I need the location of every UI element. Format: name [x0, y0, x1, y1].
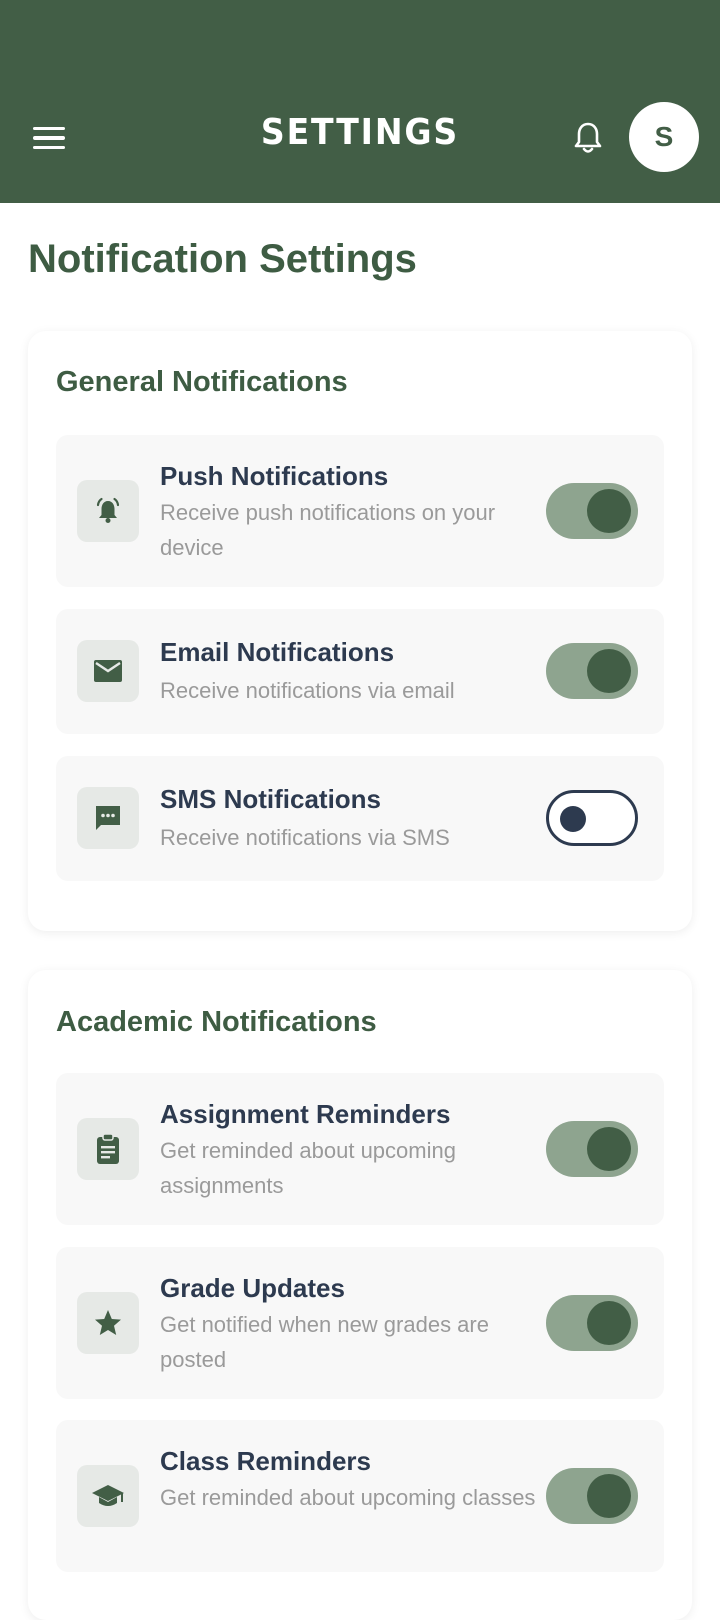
row-subtitle: Get reminded about upcoming assignments [160, 1138, 456, 1198]
row-subtitle: Receive push notifications on your devic… [160, 500, 496, 560]
email-icon [77, 640, 139, 702]
row-title: Grade Updates [160, 1273, 345, 1303]
academic-notifications-card: Academic Notifications Assignment Remind… [28, 970, 692, 1620]
bell-ringing-icon [77, 480, 139, 542]
email-notifications-row[interactable]: Email Notifications Receive notification… [56, 609, 664, 734]
row-title: Assignment Reminders [160, 1099, 451, 1129]
row-title: Class Reminders [160, 1446, 371, 1476]
row-subtitle: Receive notifications via email [160, 678, 455, 703]
sms-notifications-toggle[interactable] [546, 790, 638, 846]
assignment-reminders-row[interactable]: Assignment Reminders Get reminded about … [56, 1073, 664, 1225]
sms-chat-icon [77, 787, 139, 849]
section-title: General Notifications [56, 366, 348, 398]
row-title: SMS Notifications [160, 784, 382, 814]
app-bar: SETTINGS S [0, 0, 720, 203]
assignment-clipboard-icon [77, 1118, 139, 1180]
grade-updates-row[interactable]: Grade Updates Get notified when new grad… [56, 1247, 664, 1399]
class-reminders-toggle[interactable] [546, 1468, 638, 1524]
class-reminders-row[interactable]: Class Reminders Get reminded about upcom… [56, 1420, 664, 1572]
assignment-reminders-toggle[interactable] [546, 1121, 638, 1177]
page-title: Notification Settings [28, 237, 417, 281]
email-notifications-toggle[interactable] [546, 643, 638, 699]
row-title: Email Notifications [160, 637, 395, 667]
general-notifications-card: General Notifications Push Notifications… [28, 331, 692, 931]
row-title: Push Notifications [160, 461, 389, 491]
star-icon [77, 1292, 139, 1354]
push-notifications-row[interactable]: Push Notifications Receive push notifica… [56, 435, 664, 587]
graduation-cap-icon [77, 1465, 139, 1527]
push-notifications-toggle[interactable] [546, 483, 638, 539]
row-subtitle: Receive notifications via SMS [160, 825, 450, 850]
sms-notifications-row[interactable]: SMS Notifications Receive notifications … [56, 756, 664, 881]
grade-updates-toggle[interactable] [546, 1295, 638, 1351]
row-subtitle: Get reminded about upcoming classes [160, 1485, 536, 1510]
bell-icon[interactable] [566, 116, 610, 160]
avatar[interactable]: S [629, 102, 699, 172]
section-title: Academic Notifications [56, 1006, 377, 1038]
row-subtitle: Get notified when new grades are posted [160, 1312, 489, 1372]
